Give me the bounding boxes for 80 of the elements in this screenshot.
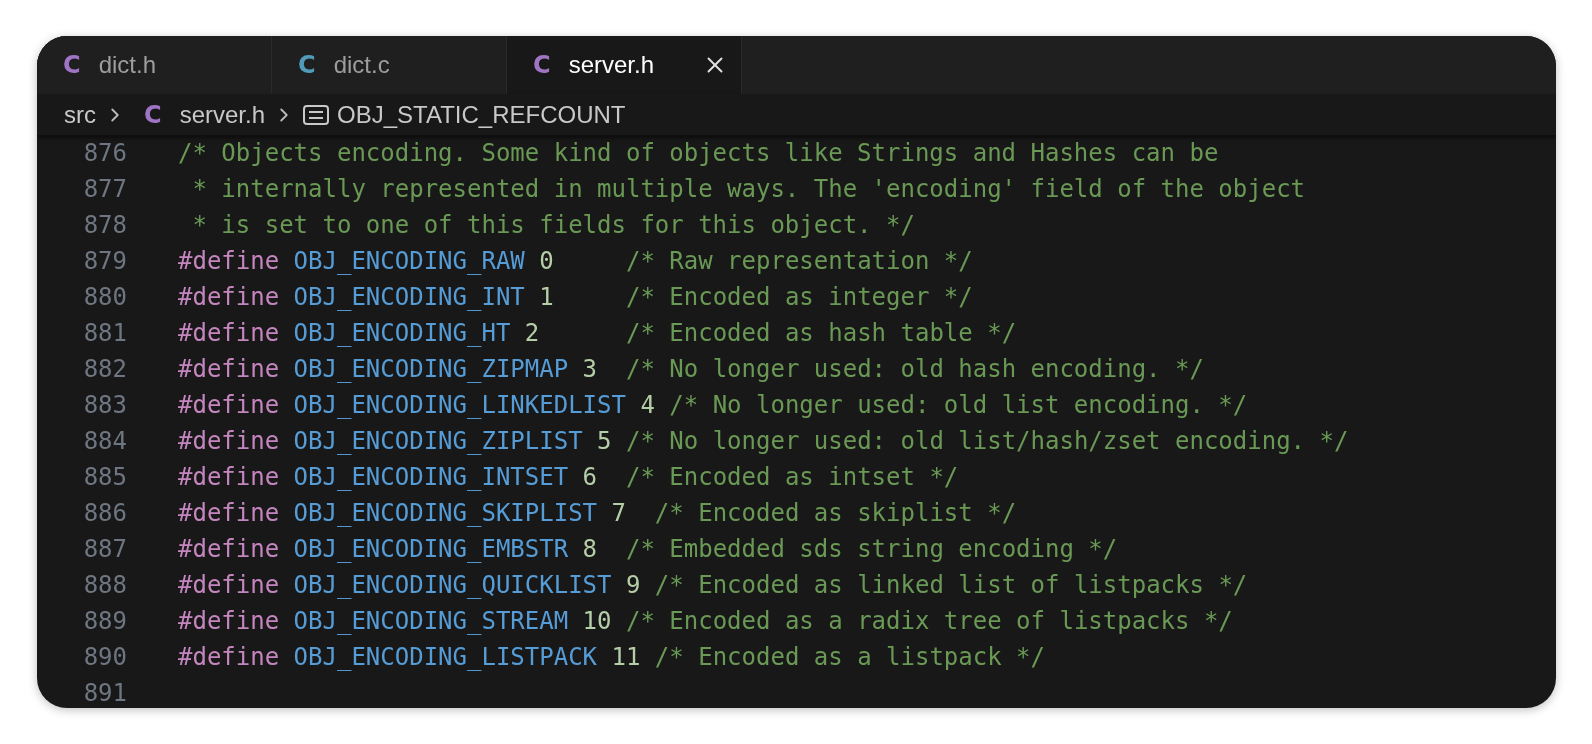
line-number: 888	[82, 571, 127, 599]
number-literal: 6	[581, 463, 598, 491]
file-tab[interactable]: C server.h	[507, 36, 742, 94]
keyword-text: #define	[178, 571, 280, 599]
line-number: 891	[82, 679, 127, 707]
number-literal: 9	[624, 571, 641, 599]
macro-name: OBJ_ENCODING_QUICKLIST	[292, 571, 612, 599]
keyword-text: #define	[178, 391, 280, 419]
line-number: 890	[82, 643, 127, 671]
macro-name: OBJ_ENCODING_SKIPLIST	[292, 499, 598, 527]
keyword-text: #define	[178, 643, 280, 671]
code-comment: /* Encoded as a radix tree of listpacks */	[624, 607, 1233, 635]
line-number: 880	[82, 283, 127, 311]
keyword-text: #define	[178, 607, 280, 635]
file-tab[interactable]: C dict.h	[37, 36, 272, 94]
code-comment: /* No longer used: old list encoding. */	[668, 391, 1248, 419]
tab-label: dict.h	[98, 51, 156, 79]
code-comment: * is set to one of this fields for this object. */	[191, 211, 915, 239]
code-comment: /* Raw representation */	[624, 247, 973, 275]
number-literal: 1	[538, 283, 554, 311]
c-file-icon: C	[144, 100, 162, 129]
breadcrumb-item[interactable]: server.h	[179, 100, 265, 129]
code-comment: /* Encoded as a listpack */	[653, 643, 1045, 671]
number-literal: 3	[581, 355, 598, 383]
number-literal: 2	[523, 319, 540, 347]
symbol-icon	[303, 104, 329, 125]
macro-name: OBJ_ENCODING_ZIPMAP	[292, 355, 569, 383]
macro-name: OBJ_ENCODING_INTSET	[292, 463, 569, 491]
line-number: 876	[82, 139, 127, 167]
keyword-text: #define	[178, 463, 280, 491]
tab-label: dict.c	[333, 51, 390, 79]
keyword-text: #define	[178, 535, 280, 563]
macro-name: OBJ_ENCODING_INT	[292, 283, 525, 311]
keyword-text: #define	[178, 247, 280, 275]
line-number: 883	[82, 391, 127, 419]
line-number: 879	[82, 247, 127, 275]
code-comment: /* No longer used: old list/hash/zset encoding. */	[624, 427, 1349, 455]
line-number: 882	[82, 355, 127, 383]
macro-name: OBJ_ENCODING_LINKEDLIST	[292, 391, 626, 419]
code-comment: /* Encoded as intset */	[624, 463, 959, 491]
number-literal: 0	[538, 247, 554, 275]
code-comment: * internally represented in multiple ways. The 'encoding' field of the object	[191, 175, 1306, 203]
macro-name: OBJ_ENCODING_EMBSTR	[292, 535, 569, 563]
line-number: 881	[82, 319, 127, 347]
macro-name: OBJ_ENCODING_LISTPACK	[292, 643, 598, 671]
number-literal: 8	[581, 535, 598, 563]
code-comment: /* Embedded sds string encoding */	[624, 535, 1118, 563]
keyword-text: #define	[178, 427, 280, 455]
code-comment: /* Encoded as skiplist */	[653, 499, 1017, 527]
breadcrumb-item[interactable]: src	[64, 100, 96, 129]
line-number: 889	[82, 607, 127, 635]
number-literal: 5	[596, 427, 612, 455]
code-comment: /* Objects encoding. Some kind of objects like Strings and Hashes can be	[178, 139, 1219, 167]
c-file-icon: C	[533, 51, 551, 79]
number-literal: 7	[610, 499, 626, 527]
macro-name: OBJ_ENCODING_HT	[292, 319, 511, 347]
number-literal: 10	[581, 607, 612, 635]
macro-name: OBJ_ENCODING_RAW	[292, 247, 525, 275]
tab-label: server.h	[568, 51, 654, 79]
line-number: 878	[82, 211, 127, 239]
line-number: 884	[82, 427, 127, 455]
c-file-icon: C	[63, 51, 81, 79]
macro-name: OBJ_ENCODING_ZIPLIST	[292, 427, 583, 455]
line-number: 886	[82, 499, 127, 527]
code-comment: /* Encoded as linked list of listpacks */	[653, 571, 1248, 599]
number-literal: 4	[639, 391, 655, 419]
keyword-text: #define	[178, 283, 280, 311]
line-number: 877	[82, 175, 127, 203]
breadcrumb-item[interactable]: OBJ_STATIC_REFCOUNT	[337, 100, 626, 129]
line-number: 885	[82, 463, 127, 491]
keyword-text: #define	[178, 499, 280, 527]
macro-name: OBJ_ENCODING_STREAM	[292, 607, 569, 635]
keyword-text: #define	[178, 319, 280, 347]
c-file-icon: C	[298, 51, 316, 79]
line-number: 887	[82, 535, 127, 563]
code-comment: /* No longer used: old hash encoding. */	[624, 355, 1204, 383]
keyword-text: #define	[178, 355, 280, 383]
code-comment: /* Encoded as hash table */	[624, 319, 1017, 347]
code-comment: /* Encoded as integer */	[624, 283, 973, 311]
number-literal: 11	[610, 643, 641, 671]
